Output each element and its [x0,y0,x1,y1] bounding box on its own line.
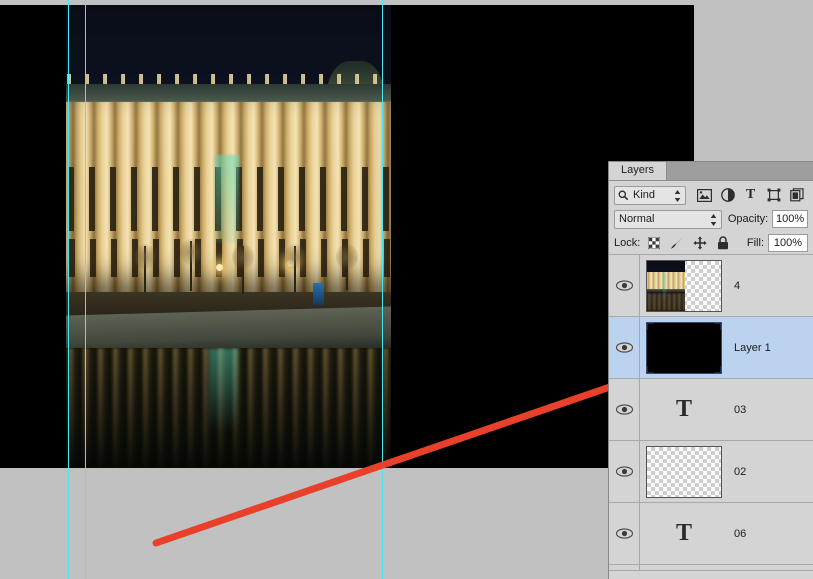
panel-body: Kind T Normal Opacity: 100% Lock: Fill: … [609,181,813,571]
layer-thumbnail[interactable] [646,445,722,498]
table-row[interactable]: T 06 [609,503,813,565]
document-canvas[interactable] [0,5,694,468]
layer-thumbnail-cell[interactable]: T [640,520,728,547]
guide-vertical-2[interactable] [85,0,86,579]
fill-input[interactable]: 100% [768,234,808,252]
guide-vertical-1[interactable] [68,0,69,579]
table-row[interactable]: T 03 [609,379,813,441]
layer-visibility-toggle[interactable] [609,441,640,502]
eye-icon [615,280,633,291]
layer-visibility-toggle[interactable] [609,379,640,440]
layer-thumbnail[interactable] [646,259,722,312]
up-down-stepper-icon[interactable] [674,189,681,203]
filter-pixel-layers-icon[interactable] [697,188,712,203]
up-down-stepper-icon[interactable] [710,213,717,227]
street-tree [335,243,358,290]
eye-icon [615,404,633,415]
lock-icons [647,236,730,250]
layer-thumbnail-cell[interactable]: T [640,396,728,423]
lock-all-icon[interactable] [716,236,730,250]
fill-label: Fill: [746,237,764,249]
street-tree [283,243,306,292]
tab-layers[interactable]: Layers [609,162,668,180]
layer-visibility-toggle[interactable] [609,503,640,564]
magnifier-icon [618,190,629,201]
layer-thumbnail-cell[interactable] [640,259,728,312]
layer-name[interactable]: 03 [734,404,746,416]
layer-name[interactable]: 06 [734,528,746,540]
blue-kiosk [313,282,324,305]
filter-smart-objects-icon[interactable] [789,188,804,203]
thumbnail-black-fill [647,322,721,373]
transparency-checker [647,446,721,497]
eye-icon [615,342,633,353]
type-layer-icon: T [675,520,692,546]
canvas-photograph [66,5,391,468]
street-tree [231,243,254,294]
panel-tabstrip: Layers [609,162,813,181]
filter-shape-layers-icon[interactable] [766,188,781,203]
layer-filter-icons: T [697,187,804,203]
tab-layers-label: Layers [621,164,655,176]
eye-icon [615,466,633,477]
thumbnail-corner-marker [647,365,654,373]
layer-filter-row: Kind T [609,181,813,206]
thumbnail-corner-marker [714,322,721,330]
layer-name[interactable]: Layer 1 [734,342,771,354]
reflection-green-light [209,347,239,432]
table-row-partial[interactable] [609,565,813,571]
lock-label: Lock: [614,237,641,249]
street-lamp [215,264,223,272]
lock-row: Lock: Fill: 100% [609,230,813,254]
layer-visibility-toggle[interactable] [609,317,640,378]
blend-mode-value: Normal [619,213,655,225]
photo-river-reflection [66,347,391,468]
opacity-input[interactable]: 100% [772,210,808,228]
layer-thumbnail[interactable] [646,321,722,374]
blend-opacity-row: Normal Opacity: 100% [609,206,813,230]
type-layer-icon: T [675,396,692,422]
layer-name[interactable]: 4 [734,280,740,292]
layer-thumbnail-cell[interactable] [640,445,728,498]
layer-visibility-toggle[interactable] [609,565,640,570]
filter-kind-select[interactable]: Kind [614,185,686,205]
table-row[interactable]: 4 [609,255,813,317]
lock-image-pixels-icon[interactable] [670,236,684,250]
thumbnail-corner-marker [714,365,721,373]
street-tree [134,243,156,292]
street-tree [179,239,202,292]
filter-kind-label: Kind [633,189,656,201]
lock-position-icon[interactable] [693,236,707,250]
table-row[interactable]: 02 [609,441,813,503]
layers-panel[interactable]: Layers Kind T Normal Opacity: 100% Lock:… [608,161,813,579]
blend-mode-select[interactable]: Normal [614,209,722,229]
table-row[interactable]: Layer 1 [609,317,813,379]
opacity-label: Opacity: [727,213,769,225]
layer-list: 4 Layer 1 T 03 02 T 06 [609,254,813,571]
layer-thumbnail-cell[interactable] [640,321,728,374]
photoshop-window: Layers Kind T Normal Opacity: 100% Lock:… [0,0,813,579]
layer-visibility-toggle[interactable] [609,255,640,316]
guide-vertical-3[interactable] [382,0,383,579]
thumbnail-photo [647,260,686,311]
eye-icon [615,528,633,539]
thumbnail-corner-marker [647,322,654,330]
lock-transparent-pixels-icon[interactable] [647,236,661,250]
palace-green-light [214,155,239,243]
filter-type-layers-icon[interactable]: T [743,187,758,203]
filter-adjustment-layers-icon[interactable] [720,188,735,203]
layer-name[interactable]: 02 [734,466,746,478]
